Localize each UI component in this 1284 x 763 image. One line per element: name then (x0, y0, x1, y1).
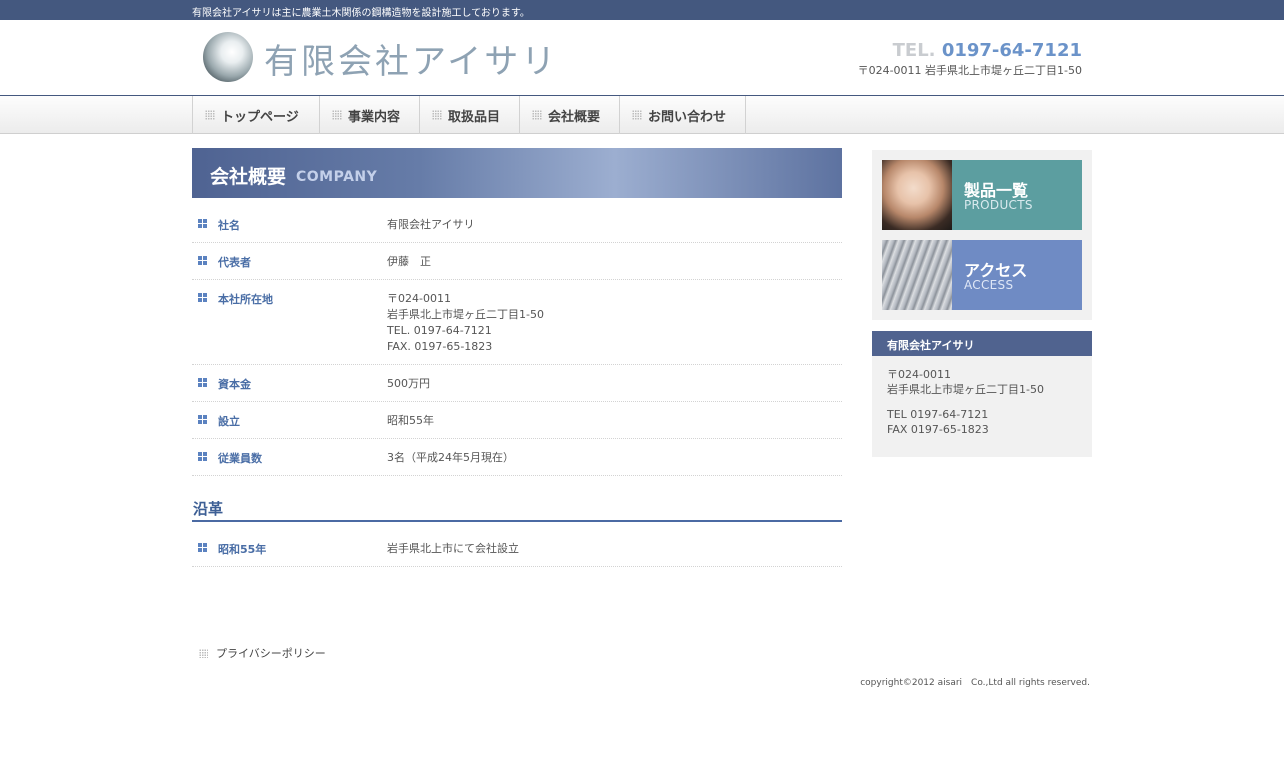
tel-label: TEL. (892, 40, 936, 61)
page-subtitle: COMPANY (296, 169, 378, 185)
dotted-square-icon (199, 648, 208, 658)
info-value: 500万円 (387, 376, 430, 392)
sidebar: 製品一覧 PRODUCTS アクセス ACCESS 有限会社アイサリ 〒024-… (872, 150, 1092, 457)
info-label-text: 社名 (218, 219, 240, 232)
info-value-line: 岩手県北上市堤ヶ丘二丁目1-50 (387, 308, 544, 321)
nav-item-label: 取扱品目 (448, 109, 501, 125)
info-label-text: 代表者 (218, 256, 251, 269)
info-value: 有限会社アイサリ (387, 217, 474, 233)
privacy-policy-link[interactable]: プライバシーポリシー (199, 645, 326, 661)
logo-icon[interactable] (203, 32, 253, 82)
history-heading: 沿革 (192, 498, 842, 522)
square-bullet-icon (198, 452, 207, 461)
access-banner[interactable]: アクセス ACCESS (882, 240, 1082, 310)
info-value-line: 3名（平成24年5月現在） (387, 451, 514, 464)
info-label-text: 従業員数 (218, 452, 262, 465)
info-value-line: 昭和55年 (387, 414, 434, 427)
header-address: 〒024-0011 岩手県北上市堤ヶ丘二丁目1-50 (857, 64, 1082, 77)
info-value-line: TEL. 0197-64-7121 (387, 324, 492, 337)
info-row-employees: 従業員数 3名（平成24年5月現在） (192, 439, 842, 476)
info-label-text: 本社所在地 (218, 293, 273, 306)
info-value: 伊藤 正 (387, 254, 431, 270)
company-tel: TEL 0197-64-7121 (887, 408, 989, 421)
info-label: 代表者 (192, 254, 387, 270)
square-bullet-icon (198, 293, 207, 302)
dotted-square-icon (632, 110, 642, 120)
nav-item-top[interactable]: トップページ (193, 96, 320, 134)
nav-item-business[interactable]: 事業内容 (320, 96, 420, 134)
company-box-title: 有限会社アイサリ (872, 331, 1092, 356)
privacy-policy-label: プライバシーポリシー (216, 647, 326, 660)
products-photo (882, 160, 952, 230)
nav-item-label: トップページ (221, 109, 299, 125)
page-title: 会社概要 (210, 166, 287, 188)
products-banner[interactable]: 製品一覧 PRODUCTS (882, 160, 1082, 230)
info-value-line: 伊藤 正 (387, 255, 431, 268)
info-label: 昭和55年 (192, 541, 387, 557)
info-label: 設立 (192, 413, 387, 429)
history-row: 昭和55年 岩手県北上市にて会社設立 (192, 530, 842, 567)
access-photo (882, 240, 952, 310)
info-label-text: 設立 (218, 415, 240, 428)
square-bullet-icon (198, 219, 207, 228)
dotted-square-icon (432, 110, 442, 120)
info-label: 従業員数 (192, 450, 387, 466)
banner-subtitle: ACCESS (964, 278, 1014, 292)
info-value-line: FAX. 0197-65-1823 (387, 340, 493, 353)
page-title-band: 会社概要 COMPANY (192, 148, 842, 198)
header-phone: TEL. 0197-64-7121 (893, 40, 1082, 61)
info-value-line: 有限会社アイサリ (387, 218, 475, 231)
company-address: 岩手県北上市堤ヶ丘二丁目1-50 (887, 383, 1044, 396)
site-header (0, 20, 1284, 95)
site-tagline: 有限会社アイサリは主に農業土木関係の鋼構造物を設計施工しております。 (192, 8, 530, 19)
dotted-square-icon (205, 110, 215, 120)
info-value: 岩手県北上市にて会社設立 (387, 541, 519, 557)
nav-item-products[interactable]: 取扱品目 (420, 96, 520, 134)
global-nav: トップページ 事業内容 取扱品目 会社概要 お問い合わせ (192, 96, 746, 134)
products-banner-panel: 製品一覧 PRODUCTS (952, 160, 1082, 230)
nav-item-label: 事業内容 (348, 109, 401, 125)
nav-item-label: 会社概要 (548, 109, 601, 125)
info-value: 〒024-0011 岩手県北上市堤ヶ丘二丁目1-50 TEL. 0197-64-… (387, 291, 544, 355)
info-label-text: 昭和55年 (218, 543, 267, 556)
top-bar: 有限会社アイサリは主に農業土木関係の鋼構造物を設計施工しております。 (0, 0, 1284, 20)
info-row-established: 設立 昭和55年 (192, 402, 842, 439)
info-row-capital: 資本金 500万円 (192, 365, 842, 402)
main-content: 会社概要 COMPANY 社名 有限会社アイサリ 代表者 伊藤 正 本社所在地 … (192, 148, 842, 567)
company-info-box: 有限会社アイサリ 〒024-0011 岩手県北上市堤ヶ丘二丁目1-50 TEL … (872, 331, 1092, 457)
info-label: 本社所在地 (192, 291, 387, 355)
square-bullet-icon (198, 378, 207, 387)
history-heading-text: 沿革 (193, 500, 224, 518)
company-box-body: 〒024-0011 岩手県北上市堤ヶ丘二丁目1-50 TEL 0197-64-7… (872, 356, 1092, 437)
tel-number: 0197-64-7121 (941, 40, 1082, 61)
copyright: copyright©2012 aisari Co.,Ltd all rights… (860, 678, 1090, 688)
info-value-line: 500万円 (387, 377, 430, 390)
info-value: 3名（平成24年5月現在） (387, 450, 514, 466)
info-row-company-name: 社名 有限会社アイサリ (192, 206, 842, 243)
square-bullet-icon (198, 256, 207, 265)
banner-subtitle: PRODUCTS (964, 198, 1033, 212)
dotted-square-icon (532, 110, 542, 120)
info-row-headquarters: 本社所在地 〒024-0011 岩手県北上市堤ヶ丘二丁目1-50 TEL. 01… (192, 280, 842, 365)
info-label: 社名 (192, 217, 387, 233)
square-bullet-icon (198, 415, 207, 424)
info-label-text: 資本金 (218, 378, 251, 391)
info-value: 昭和55年 (387, 413, 434, 429)
info-value-line: 岩手県北上市にて会社設立 (387, 542, 519, 555)
company-postal: 〒024-0011 (887, 368, 951, 381)
nav-item-company[interactable]: 会社概要 (520, 96, 620, 134)
info-label: 資本金 (192, 376, 387, 392)
square-bullet-icon (198, 543, 207, 552)
dotted-square-icon (332, 110, 342, 120)
info-row-representative: 代表者 伊藤 正 (192, 243, 842, 280)
banner-box: 製品一覧 PRODUCTS アクセス ACCESS (872, 150, 1092, 320)
global-nav-bar: トップページ 事業内容 取扱品目 会社概要 お問い合わせ (0, 95, 1284, 134)
nav-item-label: お問い合わせ (648, 109, 727, 125)
company-fax: FAX 0197-65-1823 (887, 423, 989, 436)
access-banner-panel: アクセス ACCESS (952, 240, 1082, 310)
info-value-line: 〒024-0011 (387, 292, 451, 305)
site-logo-text[interactable]: 有限会社アイサリ (264, 34, 558, 83)
nav-item-contact[interactable]: お問い合わせ (620, 96, 746, 134)
